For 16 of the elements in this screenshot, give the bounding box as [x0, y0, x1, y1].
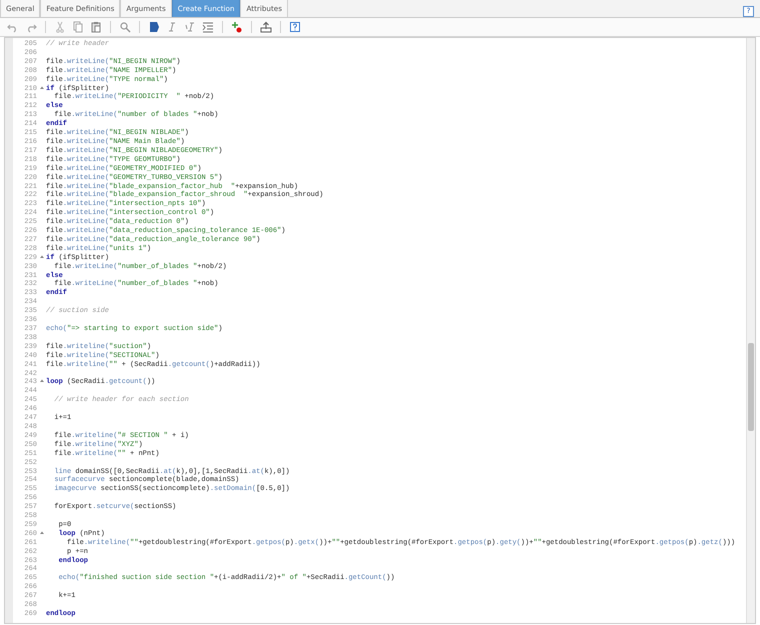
indent-icon[interactable] [201, 20, 215, 34]
add-icon[interactable] [230, 20, 244, 34]
paste-icon[interactable] [89, 20, 103, 34]
scrollbar[interactable] [746, 38, 755, 623]
export-icon[interactable] [259, 20, 273, 34]
fold-icon[interactable] [40, 254, 44, 259]
copy-icon[interactable] [71, 20, 85, 34]
scrollbar-thumb[interactable] [748, 343, 754, 431]
italic-icon[interactable] [183, 20, 197, 34]
search-icon[interactable] [118, 20, 132, 34]
fold-icon[interactable] [40, 530, 44, 535]
fold-icon[interactable] [40, 86, 44, 90]
bookmark-icon[interactable] [147, 20, 161, 34]
fold-icon[interactable] [40, 379, 44, 384]
help-icon[interactable] [288, 20, 302, 34]
scissors-icon[interactable] [53, 20, 67, 34]
